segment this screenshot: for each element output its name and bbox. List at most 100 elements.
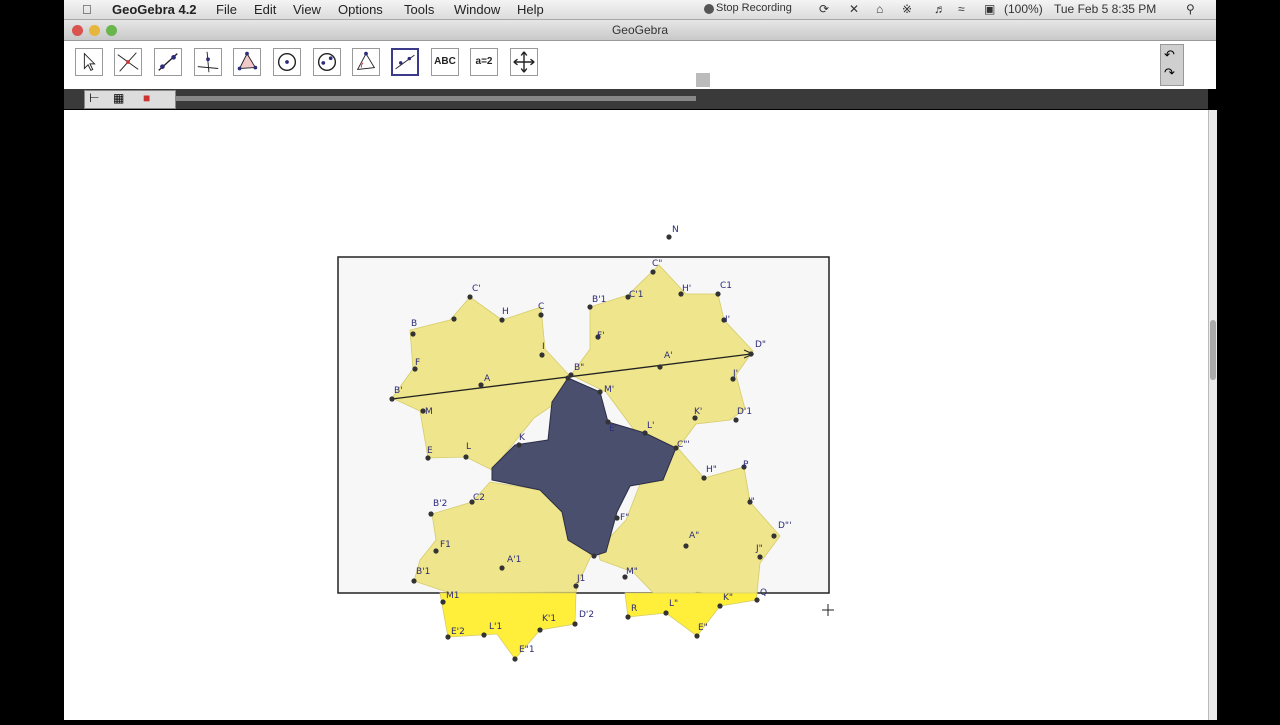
sync-icon[interactable]: ⟳ [819, 2, 829, 16]
conic-tool[interactable] [313, 48, 341, 76]
menu-edit[interactable]: Edit [254, 2, 276, 17]
label-I-dprime: I" [748, 497, 755, 507]
slider-tool-label: a=2 [475, 56, 493, 67]
label-H-prime: H' [682, 284, 691, 294]
label-F-prime: F' [597, 331, 605, 341]
menu-view[interactable]: View [293, 2, 321, 17]
reflect-tool[interactable] [391, 48, 419, 76]
label-B-prime: B' [394, 386, 403, 396]
label-M-dprime: M" [626, 567, 638, 577]
line-icon [158, 53, 178, 71]
label-A-dprime: A" [689, 531, 699, 541]
vertical-scrollbar[interactable] [1208, 110, 1217, 720]
apple-menu-icon[interactable]:  [82, 2, 92, 17]
label-E-2: E'2 [451, 627, 465, 637]
window-title: GeoGebra [611, 23, 669, 37]
label-D-tprime: D"' [778, 521, 792, 531]
text-tool[interactable]: ABC [431, 48, 459, 76]
scrollbar-thumb[interactable] [1210, 320, 1216, 380]
label-L-1: L'1 [489, 622, 502, 632]
battery-icon[interactable]: ▣ [984, 2, 995, 16]
geometry-canvas[interactable]: N B C' H C F B' A M E L K I B'1 C" C'1 H… [64, 110, 1208, 720]
label-L: L [466, 442, 471, 452]
menu-help[interactable]: Help [517, 2, 544, 17]
menu-window[interactable]: Window [454, 2, 500, 17]
arrow-icon [83, 52, 96, 71]
label-J-1: J1 [576, 574, 585, 584]
home-icon[interactable]: ⌂ [876, 2, 883, 16]
circle-icon [277, 52, 297, 72]
circle-tool[interactable] [273, 48, 301, 76]
line-tool[interactable] [154, 48, 182, 76]
graphics-view[interactable]: N B C' H C F B' A M E L K I B'1 C" C'1 H… [64, 110, 1208, 720]
reflect-icon [395, 54, 415, 70]
intersect-tool[interactable] [114, 48, 142, 76]
window-close-button[interactable] [72, 25, 83, 36]
label-C-prime-1: C'1 [629, 290, 643, 300]
toolbar: ABC a=2 ↶ ↷ [64, 41, 1216, 89]
label-E-dprime: E" [698, 623, 708, 633]
label-C-1: C1 [720, 281, 732, 291]
label-F: F [415, 358, 420, 368]
intersect-icon [117, 52, 139, 72]
bluetooth-icon[interactable]: ※ [902, 2, 912, 16]
angle-tool[interactable] [352, 48, 380, 76]
label-A-prime: A' [664, 351, 673, 361]
spotlight-icon[interactable]: ⚲ [1186, 2, 1195, 16]
app-menu[interactable]: GeoGebra 4.2 [112, 2, 197, 17]
undo-redo-panel[interactable]: ↶ ↷ [1160, 44, 1184, 86]
conic-icon [317, 52, 337, 72]
style-bar: ⊢ ▦ ■ [64, 89, 1208, 109]
label-B-dprime: B" [574, 363, 584, 373]
lower-polygon-right[interactable] [624, 592, 758, 637]
label-I-prime: I' [725, 315, 730, 325]
undo-icon[interactable]: ↶ [1164, 47, 1175, 63]
window-minimize-button[interactable] [89, 25, 100, 36]
window-zoom-button[interactable] [106, 25, 117, 36]
clock[interactable]: Tue Feb 5 8:35 PM [1054, 2, 1156, 16]
label-F-dprime: F" [620, 513, 629, 523]
label-Q: Q [760, 588, 767, 598]
polygon-tool[interactable] [233, 48, 261, 76]
mac-menubar:  GeoGebra 4.2 File Edit View Options To… [64, 0, 1216, 20]
perpendicular-tool[interactable] [194, 48, 222, 76]
color-icon[interactable]: ■ [143, 91, 150, 105]
label-C: C [538, 302, 544, 312]
label-D-2: D'2 [579, 610, 594, 620]
axes-toggle-icon[interactable]: ⊢ [89, 91, 99, 105]
label-C-2: C2 [473, 493, 485, 503]
label-K-prime: K' [694, 407, 702, 417]
label-B-prime-1: B'1 [592, 295, 606, 305]
label-M: M [425, 407, 433, 417]
move-tool[interactable] [75, 48, 103, 76]
move-graphics-icon [513, 51, 535, 73]
label-C-dprime: C" [652, 259, 662, 269]
label-C-tprime: C"' [677, 440, 690, 450]
volume-icon[interactable]: ♬ [934, 2, 946, 16]
label-B-prime-2: B'2 [433, 499, 447, 509]
lower-polygon-left[interactable] [439, 592, 577, 660]
label-M-1: M1 [446, 591, 460, 601]
style-bar-divider [176, 96, 696, 101]
angle-icon [356, 51, 376, 70]
menu-tools[interactable]: Tools [404, 2, 434, 17]
slider-tool[interactable]: a=2 [470, 48, 498, 76]
label-I: I [542, 342, 545, 352]
label-A-1: A'1 [507, 555, 521, 565]
battery-percent: (100%) [1004, 2, 1043, 16]
menu-file[interactable]: File [216, 2, 237, 17]
label-F-1: F1 [440, 540, 451, 550]
style-bar-buttons[interactable]: ⊢ ▦ ■ [84, 90, 176, 109]
wifi-icon[interactable]: ≈ [958, 2, 965, 16]
stop-recording[interactable]: Stop Recording [716, 2, 792, 14]
move-view-tool[interactable] [510, 48, 538, 76]
label-E-prime: E' [609, 424, 617, 434]
menu-options[interactable]: Options [338, 2, 383, 17]
grid-toggle-icon[interactable]: ▦ [113, 91, 124, 105]
close-icon[interactable]: ✕ [849, 2, 859, 16]
window-titlebar: GeoGebra [64, 20, 1216, 41]
redo-icon[interactable]: ↷ [1164, 65, 1175, 81]
label-J-dprime: J" [755, 544, 763, 554]
text-tool-label: ABC [434, 56, 456, 67]
record-icon [704, 4, 714, 14]
